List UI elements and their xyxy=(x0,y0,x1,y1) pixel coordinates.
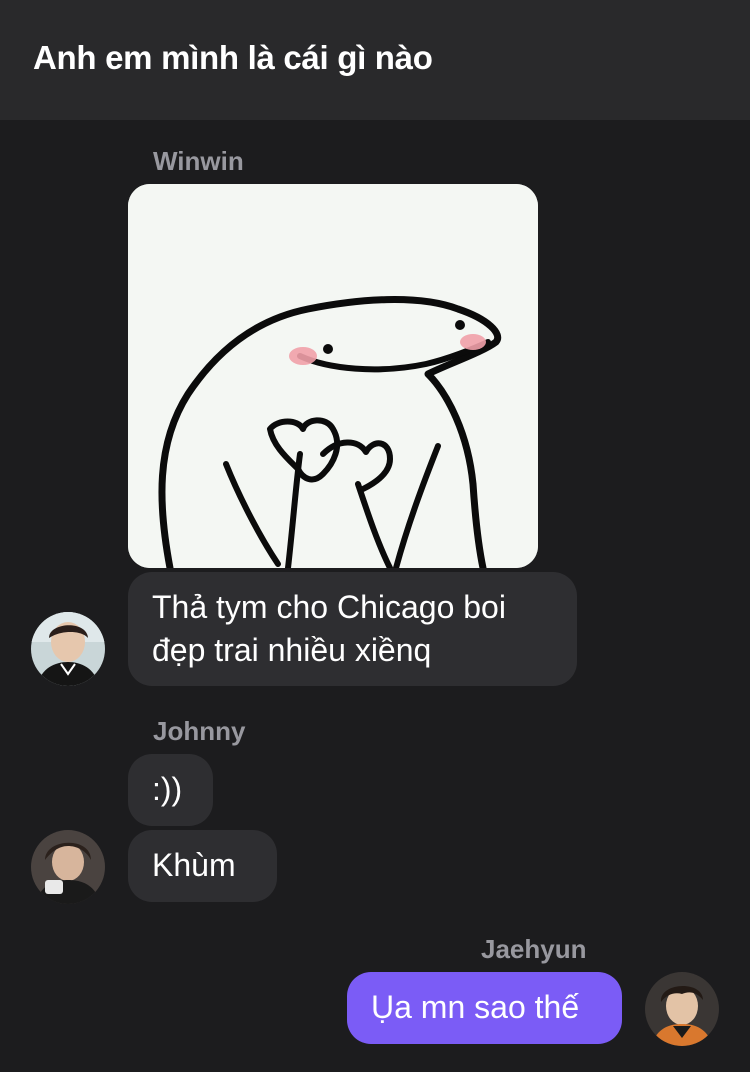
person-avatar-icon xyxy=(645,972,719,1046)
message-text: :)) xyxy=(152,771,183,807)
message-bubble[interactable]: :)) xyxy=(128,754,213,826)
avatar-jaehyun[interactable] xyxy=(645,972,719,1046)
message-text: Khùm xyxy=(152,847,236,883)
blob-heart-sticker-icon xyxy=(128,184,538,568)
person-avatar-icon xyxy=(31,612,105,686)
chat-header: Anh em mình là cái gì nào xyxy=(0,0,750,120)
sender-name-johnny: Johnny xyxy=(153,716,246,746)
message-text: Ụa mn sao thế xyxy=(371,989,580,1025)
chat-title: Anh em mình là cái gì nào xyxy=(33,39,433,76)
message-text-line: đẹp trai nhiều xiềnq xyxy=(152,632,432,668)
avatar-johnny[interactable] xyxy=(31,830,105,904)
message-text-line: Thả tym cho Chicago boi xyxy=(152,589,506,625)
message-bubble-outgoing[interactable]: Ụa mn sao thế xyxy=(347,972,622,1044)
message-bubble[interactable]: Khùm xyxy=(128,830,277,902)
person-avatar-icon xyxy=(31,830,105,904)
sender-name-jaehyun: Jaehyun xyxy=(481,934,587,964)
sticker-image[interactable] xyxy=(128,184,538,568)
avatar-winwin[interactable] xyxy=(31,612,105,686)
sender-name-winwin: Winwin xyxy=(153,146,244,176)
message-bubble[interactable]: Thả tym cho Chicago boi đẹp trai nhiều x… xyxy=(128,572,577,686)
